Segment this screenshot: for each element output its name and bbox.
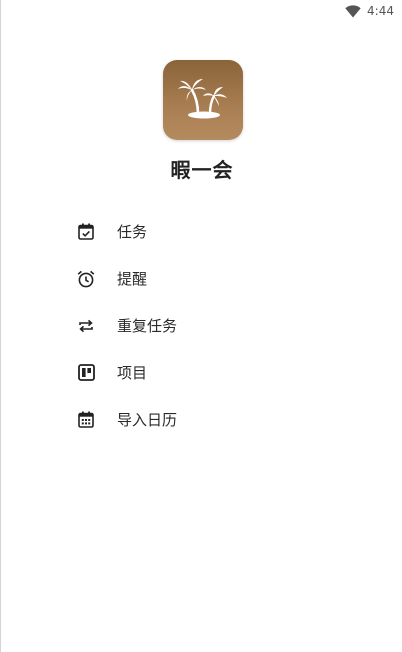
repeat-icon	[77, 317, 95, 335]
menu-item-label: 导入日历	[117, 411, 178, 429]
status-time: 4:44	[367, 4, 394, 18]
drawer-menu: 任务 提醒 重复任务 项目 导入日历	[1, 208, 402, 443]
calendar-check-icon	[77, 223, 95, 241]
menu-item-label: 提醒	[117, 270, 148, 288]
palm-tree-icon	[177, 75, 229, 125]
wifi-icon	[345, 4, 361, 18]
menu-item-label: 重复任务	[117, 317, 178, 335]
menu-item-reminders[interactable]: 提醒	[1, 255, 402, 302]
menu-item-import-calendar[interactable]: 导入日历	[1, 396, 402, 443]
menu-item-tasks[interactable]: 任务	[1, 208, 402, 255]
menu-item-repeat-tasks[interactable]: 重复任务	[1, 302, 402, 349]
status-bar: 4:44	[345, 0, 402, 22]
calendar-grid-icon	[77, 411, 95, 429]
app-logo	[163, 60, 243, 140]
board-icon	[77, 364, 95, 382]
menu-item-label: 任务	[117, 223, 148, 241]
app-name: 暇一会	[170, 158, 234, 182]
alarm-clock-icon	[77, 270, 95, 288]
app-screen: 4:44 暇一会 任务 提醒 重复任务 项目 导入日历	[0, 0, 402, 652]
menu-item-label: 项目	[117, 364, 148, 382]
menu-item-projects[interactable]: 项目	[1, 349, 402, 396]
